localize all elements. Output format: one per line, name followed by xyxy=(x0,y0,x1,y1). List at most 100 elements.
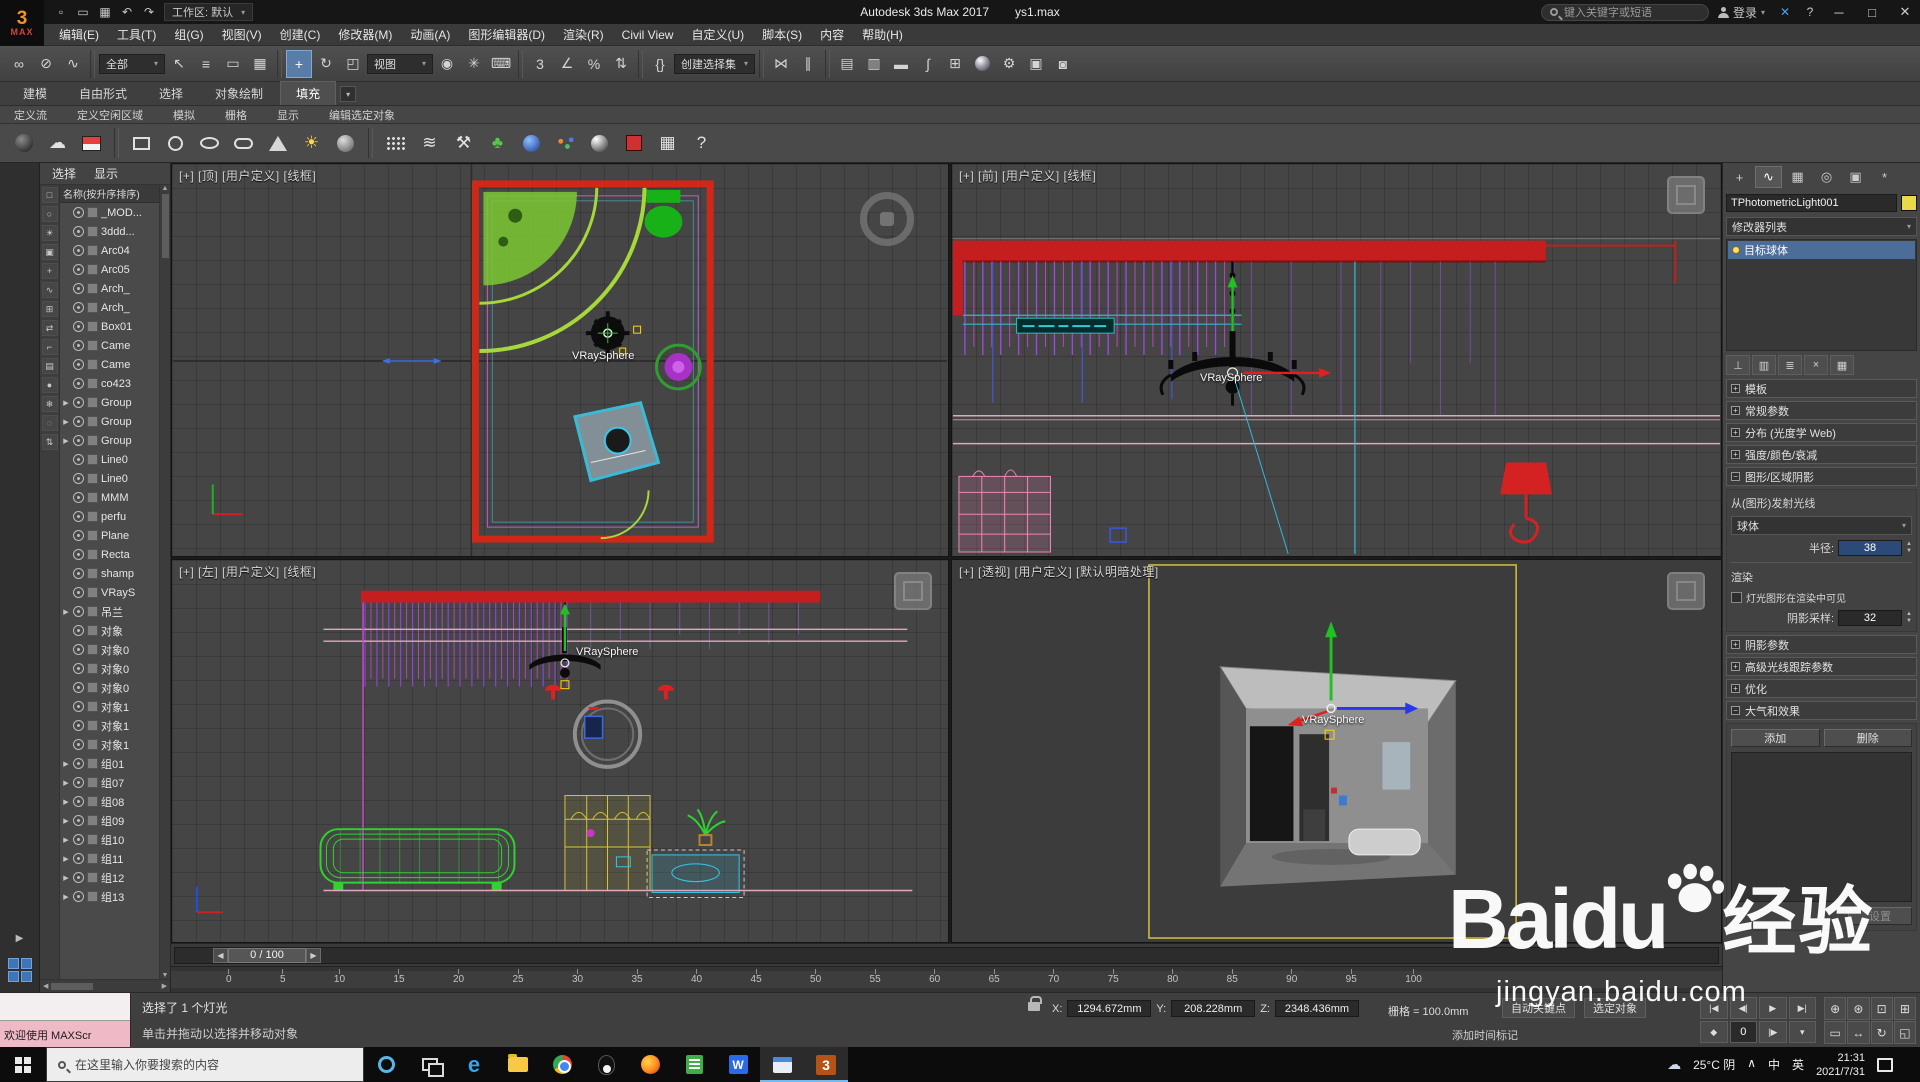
spinner-snap-icon[interactable]: ⇅ xyxy=(608,50,634,78)
modify-tab-icon[interactable]: ∿ xyxy=(1755,166,1782,188)
viewport-front[interactable]: [+] [前] [用户定义] [线框] xyxy=(951,163,1722,557)
unlink-selection-icon[interactable]: ⊘ xyxy=(33,50,59,78)
task-view-button[interactable] xyxy=(408,1047,452,1082)
visibility-eye-icon[interactable] xyxy=(73,644,84,655)
rollout-template[interactable]: +模板 xyxy=(1726,379,1917,398)
named-selection-sets-dropdown[interactable]: 创建选择集▾ xyxy=(674,54,755,74)
utilities-tab-icon[interactable]: * xyxy=(1871,166,1898,188)
current-frame-field[interactable]: 0 xyxy=(1730,1021,1758,1043)
undo-icon[interactable]: ↶ xyxy=(116,3,138,21)
menubar-item-1[interactable]: 工具(T) xyxy=(108,24,165,46)
display-helpers-icon[interactable]: + xyxy=(42,263,58,279)
expand-arrow-icon[interactable]: ▶ xyxy=(62,399,70,407)
rollout-shape-shadow[interactable]: −图形/区域阴影 xyxy=(1726,467,1917,486)
select-by-name-icon[interactable]: ≡ xyxy=(193,50,219,78)
explorer-row[interactable]: Arch_ xyxy=(60,298,159,317)
rectangular-selection-icon[interactable]: ▭ xyxy=(220,50,246,78)
taskbar-app-firefox[interactable] xyxy=(628,1047,672,1082)
display-frozen-icon[interactable]: ❄ xyxy=(42,396,58,412)
visibility-eye-icon[interactable] xyxy=(73,549,84,560)
select-and-move-icon[interactable]: + xyxy=(286,50,312,78)
explorer-row[interactable]: Arc05 xyxy=(60,260,159,279)
clock[interactable]: 21:31 2021/7/31 xyxy=(1816,1051,1865,1079)
selection-lock-icon[interactable] xyxy=(1028,1002,1040,1011)
modifier-list-dropdown[interactable]: 修改器列表▾ xyxy=(1726,217,1917,236)
create-tab-icon[interactable]: + xyxy=(1726,166,1753,188)
taskbar-app-qq[interactable] xyxy=(584,1047,628,1082)
taskbar-app-3dsmax[interactable]: 3 xyxy=(804,1047,848,1082)
help-icon[interactable]: ? xyxy=(1799,3,1821,21)
effects-listbox[interactable] xyxy=(1731,752,1912,902)
display-shapes-icon[interactable]: ○ xyxy=(42,206,58,222)
visibility-eye-icon[interactable] xyxy=(73,359,84,370)
explorer-row[interactable]: Plane xyxy=(60,526,159,545)
rendered-frame-icon[interactable]: ▣ xyxy=(1023,50,1049,78)
visibility-eye-icon[interactable] xyxy=(73,834,84,845)
populate-flow-icon[interactable] xyxy=(8,127,39,160)
display-xrefs-icon[interactable]: ⇄ xyxy=(42,320,58,336)
taskbar-search-input[interactable]: 在这里输入你要搜索的内容 xyxy=(46,1047,364,1082)
sun-icon[interactable]: ☀ xyxy=(296,127,327,160)
window-crossing-icon[interactable]: ▦ xyxy=(247,50,273,78)
infocenter-search-input[interactable]: 键入关键字或短语 xyxy=(1541,4,1709,21)
expand-panel-icon[interactable]: ▶ xyxy=(16,933,24,944)
visibility-eye-icon[interactable] xyxy=(73,416,84,427)
menubar-item-9[interactable]: Civil View xyxy=(613,24,683,46)
expand-arrow-icon[interactable]: ▶ xyxy=(62,418,70,426)
rollout-shadow-params[interactable]: +阴影参数 xyxy=(1726,635,1917,654)
next-frame-button[interactable]: |▶ xyxy=(1759,1021,1787,1043)
orbit-icon[interactable]: ↻ xyxy=(1871,1021,1893,1044)
configure-modifier-sets-icon[interactable]: ▦ xyxy=(1830,355,1854,375)
explorer-hscrollbar[interactable]: ◀ ▶ xyxy=(40,979,170,992)
keyboard-override-icon[interactable]: ⌨ xyxy=(488,50,514,78)
selected-objects-dropdown[interactable]: 选定对象 xyxy=(1584,998,1646,1018)
display-geometry-icon[interactable]: □ xyxy=(42,187,58,203)
scroll-thumb[interactable] xyxy=(51,983,93,990)
previous-frame-icon[interactable]: ◀ xyxy=(213,948,228,963)
visibility-eye-icon[interactable] xyxy=(73,663,84,674)
select-and-scale-icon[interactable]: ◰ xyxy=(340,50,366,78)
chart-icon[interactable]: ▦ xyxy=(652,127,683,160)
explorer-row[interactable]: 对象 xyxy=(60,621,159,640)
object-color-swatch[interactable] xyxy=(1901,195,1917,211)
explorer-row[interactable]: perfu xyxy=(60,507,159,526)
ribbon-panel-3[interactable]: 栅格 xyxy=(225,107,247,123)
visibility-eye-icon[interactable] xyxy=(73,796,84,807)
explorer-row[interactable]: Arc04 xyxy=(60,241,159,260)
visibility-eye-icon[interactable] xyxy=(73,302,84,313)
ribbon-panel-1[interactable]: 定义空闲区域 xyxy=(77,107,143,123)
schematic-view-icon[interactable]: ⊞ xyxy=(942,50,968,78)
taskbar-app-edge[interactable]: e xyxy=(452,1047,496,1082)
visibility-eye-icon[interactable] xyxy=(73,587,84,598)
explorer-row[interactable]: 3ddd... xyxy=(60,222,159,241)
taskbar-app-browser[interactable] xyxy=(760,1047,804,1082)
display-panel-icon[interactable] xyxy=(76,127,107,160)
key-mode-button[interactable]: ◆ xyxy=(1700,1021,1728,1043)
menubar-item-2[interactable]: 组(G) xyxy=(165,24,212,46)
visibility-eye-icon[interactable] xyxy=(73,264,84,275)
show-end-result-icon[interactable]: ▥ xyxy=(1752,355,1776,375)
expand-arrow-icon[interactable]: ▶ xyxy=(62,798,70,806)
explorer-row[interactable]: ▶Group xyxy=(60,393,159,412)
display-lights-icon[interactable]: ☀ xyxy=(42,225,58,241)
display-cameras-icon[interactable]: ▣ xyxy=(42,244,58,260)
display-hidden-icon[interactable]: ◌ xyxy=(42,415,58,431)
y-coordinate-field[interactable]: 208.228mm xyxy=(1171,1000,1255,1017)
ribbon-panel-4[interactable]: 显示 xyxy=(277,107,299,123)
bind-to-spacewarp-icon[interactable]: ∿ xyxy=(60,50,86,78)
scroll-up-icon[interactable]: ▲ xyxy=(162,185,169,192)
expand-arrow-icon[interactable]: ▶ xyxy=(62,608,70,616)
layer-explorer-toggle-icon[interactable]: ▥ xyxy=(861,50,887,78)
visibility-eye-icon[interactable] xyxy=(73,606,84,617)
ribbon-tab-3[interactable]: 对象绘制 xyxy=(200,82,278,105)
weather-widget[interactable]: 25°C 阴 xyxy=(1693,1056,1735,1073)
edit-named-sets-icon[interactable]: {} xyxy=(647,50,673,78)
viewport-perspective[interactable]: [+] [透视] [用户定义] [默认明暗处理] xyxy=(951,559,1722,943)
zoom-extents-all-icon[interactable]: ⊞ xyxy=(1894,997,1916,1020)
menubar-item-7[interactable]: 图形编辑器(D) xyxy=(459,24,554,46)
select-object-icon[interactable]: ↖ xyxy=(166,50,192,78)
explorer-row[interactable]: ▶组08 xyxy=(60,792,159,811)
explorer-row[interactable]: ▶组10 xyxy=(60,830,159,849)
selection-filter-dropdown[interactable]: 全部▾ xyxy=(99,54,165,74)
visibility-eye-icon[interactable] xyxy=(73,739,84,750)
